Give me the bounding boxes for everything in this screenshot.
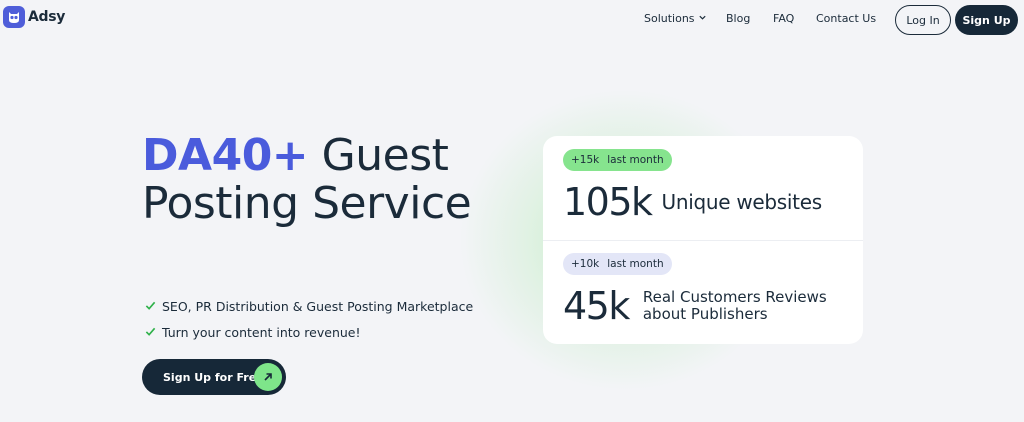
stats-card: +15k last month 105k Unique websites +10…	[543, 136, 863, 344]
landing-page: Adsy Solutions Blog FAQ Contact Us Log I…	[0, 0, 1024, 422]
hero-title: DA40+ Guest Posting Service	[142, 132, 482, 228]
signup-button[interactable]: Sign Up	[955, 5, 1018, 35]
stat-label: Real Customers Reviews about Publishers	[642, 288, 827, 323]
chevron-down-icon	[698, 12, 707, 25]
check-icon	[145, 299, 156, 314]
stat-number: 105k	[563, 180, 653, 224]
stat-reviews: 45k Real Customers Reviews about Publish…	[563, 284, 843, 328]
stat-websites: 105k Unique websites	[563, 180, 822, 224]
nav-contact-us[interactable]: Contact Us	[816, 12, 876, 25]
card-divider	[543, 240, 863, 241]
login-button[interactable]: Log In	[895, 5, 951, 35]
arrow-up-right-icon	[254, 363, 282, 391]
header: Adsy Solutions Blog FAQ Contact Us Log I…	[0, 0, 1024, 40]
cta-label: Sign Up for Free	[163, 370, 264, 384]
nav-faq[interactable]: FAQ	[773, 12, 794, 25]
badge-period: last month	[607, 154, 664, 166]
brand-name: Adsy	[28, 9, 66, 25]
feature-item: Turn your content into revenue!	[145, 325, 361, 340]
badge-period: last month	[607, 258, 664, 270]
stat-number: 45k	[563, 284, 630, 328]
owl-logo-icon	[3, 6, 25, 28]
feature-item: SEO, PR Distribution & Guest Posting Mar…	[145, 299, 473, 314]
brand-logo[interactable]: Adsy	[3, 6, 65, 28]
badge-value: +10k	[571, 258, 600, 270]
signup-free-button[interactable]: Sign Up for Free	[142, 359, 286, 395]
badge-value: +15k	[571, 154, 600, 166]
nav-blog[interactable]: Blog	[726, 12, 750, 25]
hero-title-accent: DA40+	[142, 130, 309, 181]
check-icon	[145, 325, 156, 340]
growth-badge: +15k last month	[563, 149, 672, 171]
growth-badge: +10k last month	[563, 253, 672, 275]
feature-text: Turn your content into revenue!	[162, 325, 361, 340]
nav-solutions[interactable]: Solutions	[644, 12, 707, 25]
feature-text: SEO, PR Distribution & Guest Posting Mar…	[162, 299, 474, 314]
stat-label: Unique websites	[661, 190, 823, 214]
nav-solutions-label: Solutions	[644, 12, 695, 25]
